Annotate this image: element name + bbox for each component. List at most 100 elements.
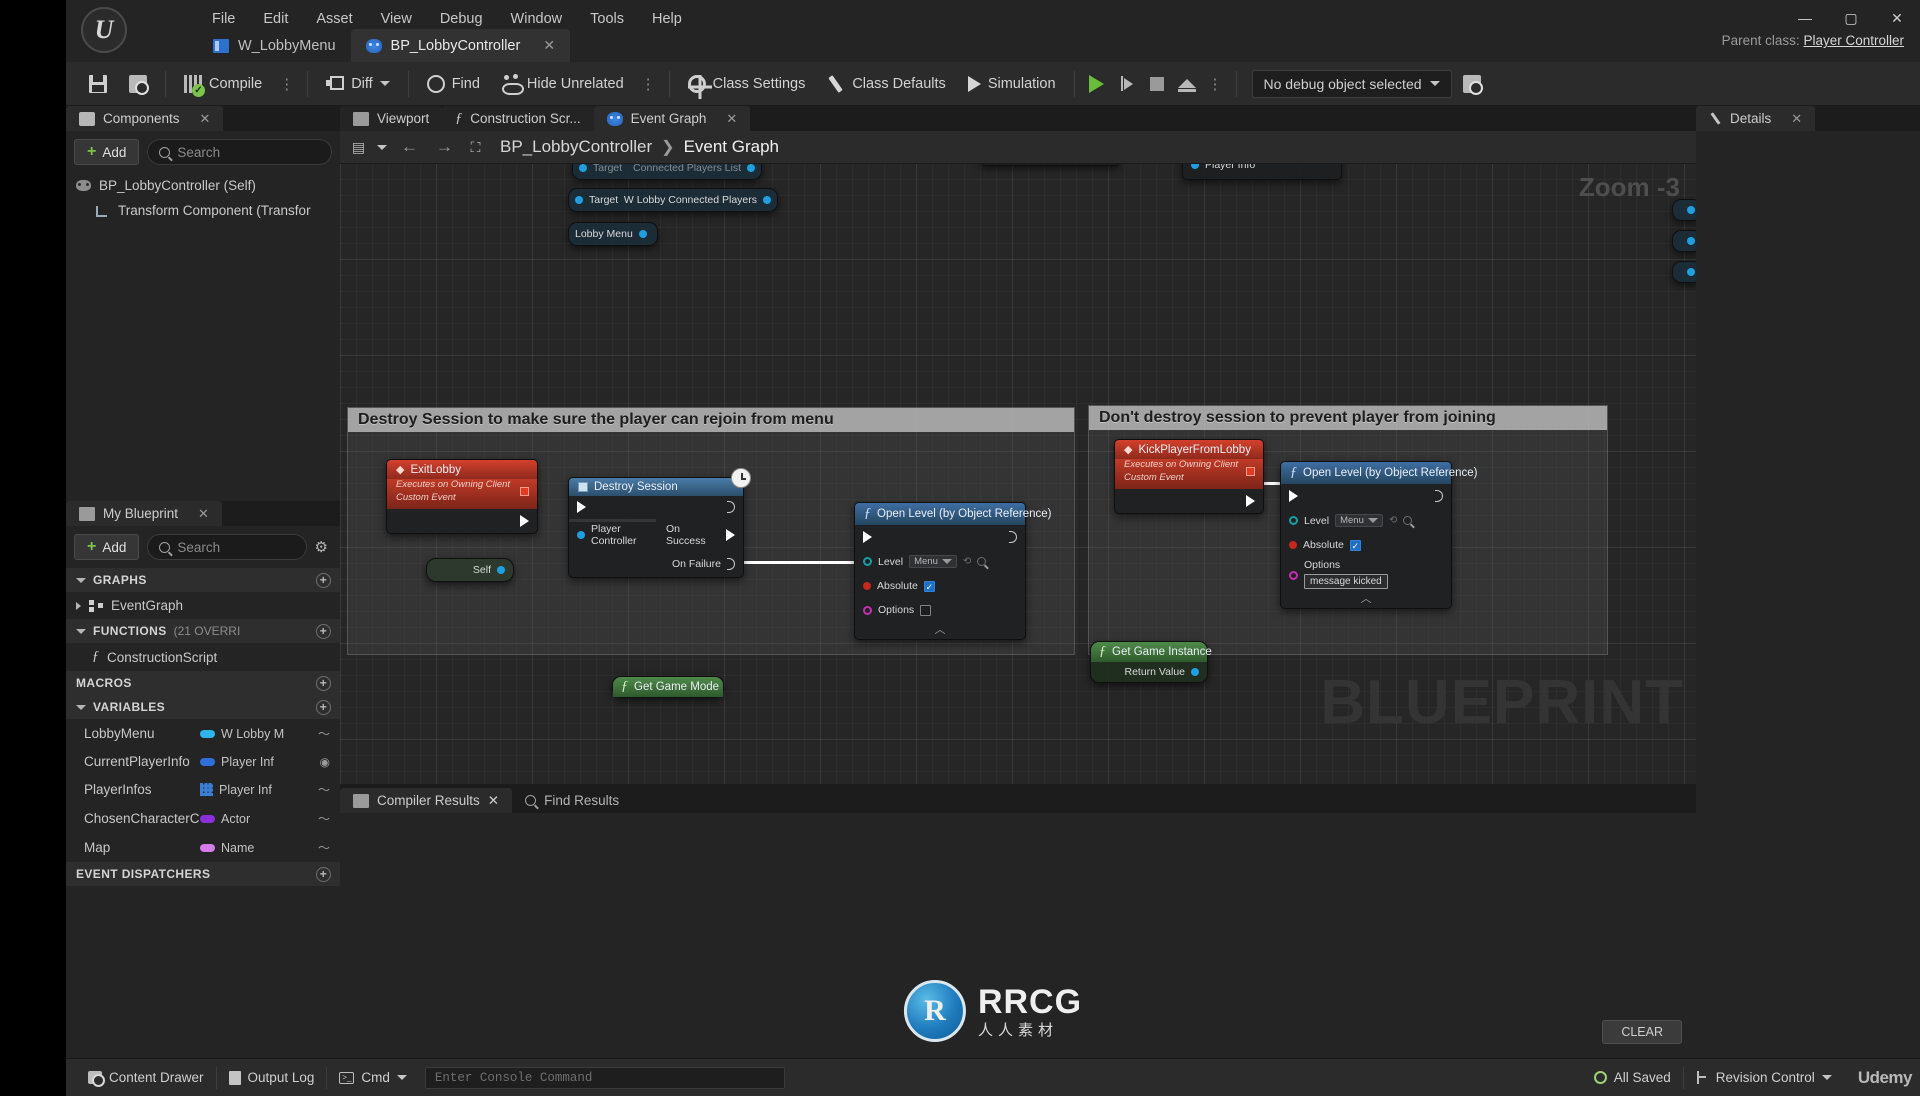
add-variable-button[interactable]: +: [316, 699, 331, 715]
console-command-input[interactable]: Enter Console Command: [424, 1066, 785, 1089]
pin-on-failure[interactable]: On Failure: [672, 556, 735, 572]
param-options[interactable]: Options: [863, 602, 1017, 618]
section-event-dispatchers[interactable]: EVENT DISPATCHERS +: [66, 862, 340, 886]
pin-target[interactable]: Target: [575, 192, 618, 208]
node-kickplayerfromlobby[interactable]: ◆ KickPlayerFromLobby Executes on Owning…: [1114, 439, 1264, 514]
simulation-button[interactable]: Simulation: [957, 67, 1067, 101]
exec-out-pin-icon[interactable]: [1435, 490, 1443, 502]
visibility-toggle-icon[interactable]: 〜: [308, 725, 330, 742]
all-saved-button[interactable]: All Saved: [1582, 1064, 1683, 1092]
function-item-constructionscript[interactable]: ƒ ConstructionScript: [66, 643, 340, 671]
variable-row-map[interactable]: Map Name 〜: [66, 833, 340, 862]
level-select[interactable]: Menu: [909, 555, 957, 568]
tab-my-blueprint[interactable]: My Blueprint ✕: [66, 501, 222, 526]
close-icon[interactable]: ✕: [1791, 111, 1802, 127]
clear-button[interactable]: CLEAR: [1602, 1020, 1682, 1044]
close-icon[interactable]: ✕: [488, 793, 499, 809]
graph-item-eventgraph[interactable]: EventGraph: [66, 592, 340, 619]
section-functions[interactable]: FUNCTIONS (21 OVERRI +: [66, 619, 340, 643]
eject-button[interactable]: [1172, 69, 1202, 99]
visibility-toggle-icon[interactable]: 〜: [308, 839, 330, 856]
hide-unrelated-kebab[interactable]: ⋮: [635, 75, 662, 93]
tab-details[interactable]: Details ✕: [1696, 106, 1816, 131]
pin-w-lobby-connected-players[interactable]: W Lobby Connected Players: [624, 192, 771, 208]
reset-icon[interactable]: ⟲: [963, 556, 971, 567]
tab-viewport[interactable]: Viewport: [340, 106, 443, 131]
node-destroy-session[interactable]: Destroy Session Player Controller On Suc…: [568, 468, 751, 578]
back-button[interactable]: ←: [397, 137, 422, 157]
close-button[interactable]: ✕: [1874, 0, 1920, 36]
node-completed[interactable]: Completed: [980, 164, 1120, 166]
play-button[interactable]: [1082, 69, 1112, 99]
exec-out-pin-icon[interactable]: [727, 501, 735, 513]
node-w-lobby-connected-players[interactable]: Target W Lobby Connected Players: [568, 188, 778, 212]
pin-connected-players-list[interactable]: Connected Players List: [633, 164, 755, 176]
revision-control-button[interactable]: Revision Control: [1684, 1064, 1844, 1092]
my-blueprint-search-input[interactable]: Search: [147, 534, 307, 560]
variable-row-chosencharacterclass[interactable]: ChosenCharacterCla Actor 〜: [66, 804, 340, 833]
pin-lobby-menu[interactable]: Lobby Menu: [575, 226, 647, 242]
settings-gear-icon[interactable]: ⚙: [315, 538, 332, 556]
node-open-level-by-object-reference-1[interactable]: ƒ Open Level (by Object Reference) Level: [854, 502, 1052, 640]
step-button[interactable]: [1112, 69, 1142, 99]
stop-button[interactable]: [1142, 69, 1172, 99]
asset-tab-bp-lobbycontroller[interactable]: BP_LobbyController ✕: [350, 29, 571, 62]
exec-out-pin-icon[interactable]: [1009, 531, 1017, 543]
add-macro-button[interactable]: +: [316, 675, 331, 691]
section-variables[interactable]: VARIABLES +: [66, 695, 340, 719]
play-options-kebab[interactable]: ⋮: [1202, 75, 1229, 93]
exec-in-pin-icon[interactable]: [863, 531, 872, 543]
class-defaults-button[interactable]: Class Defaults: [816, 67, 956, 101]
graph-menu-icon[interactable]: ▤: [350, 139, 367, 156]
browse-button[interactable]: [118, 67, 158, 101]
node-lobby-menu[interactable]: Lobby Menu: [568, 222, 658, 246]
menu-item-tools[interactable]: Tools: [576, 6, 638, 32]
pin-on-success[interactable]: On Success: [666, 521, 735, 549]
hide-unrelated-button[interactable]: Hide Unrelated: [491, 67, 635, 101]
menu-item-help[interactable]: Help: [638, 6, 696, 32]
absolute-checkbox[interactable]: ✓: [1349, 539, 1361, 551]
visibility-toggle-icon[interactable]: 〜: [308, 781, 330, 798]
components-add-button[interactable]: + Add: [74, 139, 140, 165]
cmd-button[interactable]: >_ Cmd: [327, 1064, 419, 1092]
close-icon[interactable]: ✕: [200, 111, 211, 127]
exec-pin-icon[interactable]: [520, 514, 529, 527]
options-text-input[interactable]: message kicked: [1304, 574, 1388, 589]
exec-in-pin-icon[interactable]: [577, 501, 586, 513]
parent-class-link[interactable]: Player Controller: [1803, 33, 1904, 48]
exec-in-pin-icon[interactable]: [1289, 490, 1298, 502]
find-button[interactable]: Find: [416, 67, 491, 101]
component-row-self[interactable]: BP_LobbyController (Self): [66, 173, 340, 198]
chevron-down-icon[interactable]: [377, 144, 387, 150]
add-graph-button[interactable]: +: [316, 572, 331, 588]
node-owning-player-playerinfo[interactable]: Owning Player Player Info: [1182, 164, 1342, 180]
collapse-chevron-icon[interactable]: ︿: [1289, 594, 1443, 606]
browse-icon[interactable]: [1403, 516, 1413, 525]
node-offscreen-pin-3[interactable]: [1672, 261, 1696, 283]
debug-object-select[interactable]: No debug object selected: [1251, 69, 1452, 98]
components-search-input[interactable]: Search: [147, 139, 332, 165]
pin-target[interactable]: Target: [579, 164, 622, 176]
node-get-game-mode[interactable]: ƒ Get Game Mode: [612, 676, 724, 698]
pin-player-info[interactable]: Player Info: [1191, 164, 1333, 173]
param-absolute[interactable]: Absolute ✓: [863, 578, 1017, 594]
content-drawer-button[interactable]: Content Drawer: [76, 1064, 216, 1092]
exec-pin-icon[interactable]: [1246, 494, 1255, 507]
class-settings-button[interactable]: Class Settings: [677, 67, 817, 101]
section-graphs[interactable]: GRAPHS +: [66, 568, 340, 592]
close-icon[interactable]: ✕: [726, 111, 737, 127]
add-function-button[interactable]: +: [316, 623, 331, 639]
node-offscreen-pin-2[interactable]: [1672, 230, 1696, 252]
node-connected-players-list[interactable]: Target Connected Players List: [572, 164, 762, 180]
forward-button[interactable]: →: [432, 137, 457, 157]
variable-row-lobbymenu[interactable]: LobbyMenu W Lobby M 〜: [66, 719, 340, 748]
zoom-to-fit-icon[interactable]: ⛶: [467, 139, 484, 156]
node-self[interactable]: Self: [426, 558, 514, 582]
graph-viewport[interactable]: ▤ ← → ⛶ BP_LobbyController ❯ Event Graph…: [340, 131, 1696, 784]
eye-icon[interactable]: ◉: [308, 755, 330, 769]
variable-row-currentplayerinfo[interactable]: CurrentPlayerInfo Player Inf ◉: [66, 748, 340, 775]
compile-options-kebab[interactable]: ⋮: [273, 75, 300, 93]
tab-components[interactable]: Components ✕: [66, 106, 224, 131]
browse-icon[interactable]: [977, 557, 987, 566]
collapse-chevron-icon[interactable]: ︿: [863, 625, 1017, 637]
